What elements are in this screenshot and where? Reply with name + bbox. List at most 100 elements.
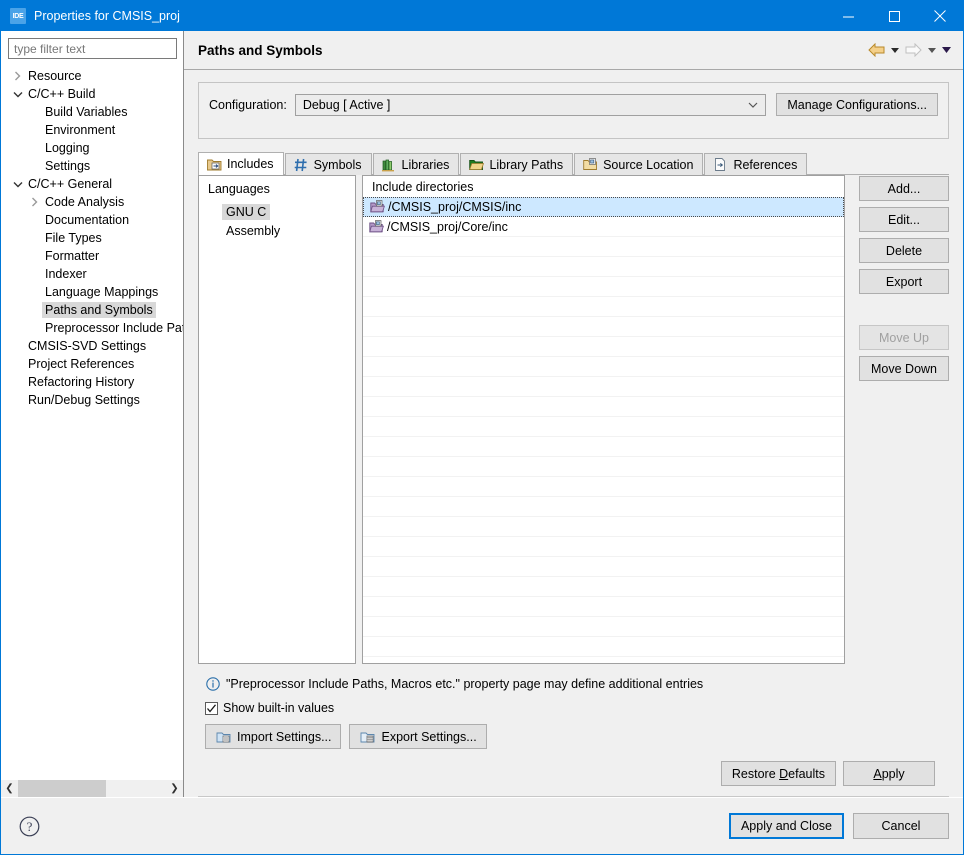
- manage-configurations-button[interactable]: Manage Configurations...: [776, 93, 938, 116]
- sidebar-item-formatter[interactable]: Formatter: [1, 247, 183, 265]
- sidebar-item-label: Formatter: [42, 248, 102, 264]
- configuration-combo[interactable]: Debug [ Active ]: [295, 94, 767, 116]
- page-menu-caret-down-icon[interactable]: [940, 40, 953, 60]
- language-item-gnu-c[interactable]: GNU C: [199, 202, 355, 221]
- include-directory-empty-row: [363, 237, 844, 257]
- filter-container: [1, 31, 183, 64]
- page-navigation: [866, 40, 953, 60]
- forward-history-caret-down-icon[interactable]: [925, 40, 938, 60]
- languages-header: Languages: [199, 182, 355, 202]
- preprocessor-note: "Preprocessor Include Paths, Macros etc.…: [198, 674, 949, 694]
- sidebar-item-cmsis-svd-settings[interactable]: CMSIS-SVD Settings: [1, 337, 183, 355]
- sidebar-item-logging[interactable]: Logging: [1, 139, 183, 157]
- language-item-assembly[interactable]: Assembly: [199, 221, 355, 240]
- sidebar-horizontal-scrollbar[interactable]: ❮ ❯: [1, 779, 183, 797]
- maximize-icon[interactable]: [871, 1, 917, 31]
- panels-row: Languages GNU CAssembly Include director…: [198, 175, 949, 664]
- move-up-button: Move Up: [859, 325, 949, 350]
- sidebar-item-c-c-build[interactable]: C/C++ Build: [1, 85, 183, 103]
- export-settings-button[interactable]: Export Settings...: [349, 724, 486, 749]
- export-button[interactable]: Export: [859, 269, 949, 294]
- include-directory-empty-row: [363, 437, 844, 457]
- help-icon[interactable]: ?: [18, 815, 40, 837]
- chevron-down-icon: [745, 100, 761, 110]
- filter-input[interactable]: [8, 38, 177, 59]
- include-directory-row[interactable]: /CMSIS_proj/Core/inc: [363, 217, 844, 237]
- sidebar-item-documentation[interactable]: Documentation: [1, 211, 183, 229]
- sidebar-item-label: File Types: [42, 230, 105, 246]
- minimize-icon[interactable]: [825, 1, 871, 31]
- sidebar-item-label: Indexer: [42, 266, 90, 282]
- page-header: Paths and Symbols: [184, 31, 963, 70]
- include-directory-empty-row: [363, 417, 844, 437]
- tab-libraries[interactable]: Libraries: [373, 153, 460, 175]
- cancel-button[interactable]: Cancel: [853, 813, 949, 839]
- chevron-right-icon[interactable]: [10, 71, 25, 81]
- sidebar-item-refactoring-history[interactable]: Refactoring History: [1, 373, 183, 391]
- sidebar-item-label: Logging: [42, 140, 93, 156]
- include-directory-empty-row: [363, 637, 844, 657]
- sidebar-item-build-variables[interactable]: Build Variables: [1, 103, 183, 121]
- ide-icon: IDE: [10, 8, 26, 24]
- scrollbar-track[interactable]: [18, 780, 166, 797]
- sidebar-item-indexer[interactable]: Indexer: [1, 265, 183, 283]
- chevron-down-icon[interactable]: [10, 91, 25, 98]
- sidebar-item-file-types[interactable]: File Types: [1, 229, 183, 247]
- scroll-right-icon[interactable]: ❯: [166, 780, 183, 797]
- back-history-caret-down-icon[interactable]: [888, 40, 901, 60]
- tab-source-location[interactable]: Source Location: [574, 153, 703, 175]
- tab-symbols[interactable]: Symbols: [285, 153, 372, 175]
- tab-includes[interactable]: Includes: [198, 152, 284, 175]
- include-directories-list[interactable]: /CMSIS_proj/CMSIS/inc/CMSIS_proj/Core/in…: [363, 197, 844, 663]
- sidebar-item-preprocessor-include-pat[interactable]: Preprocessor Include Pat: [1, 319, 183, 337]
- tab-references[interactable]: References: [704, 153, 807, 175]
- delete-button[interactable]: Delete: [859, 238, 949, 263]
- tab-label: Includes: [227, 157, 274, 171]
- include-directory-empty-row: [363, 457, 844, 477]
- sidebar-item-project-references[interactable]: Project References: [1, 355, 183, 373]
- show-builtin-values-row[interactable]: Show built-in values: [198, 701, 949, 715]
- import-settings-button[interactable]: Import Settings...: [205, 724, 341, 749]
- scroll-left-icon[interactable]: ❮: [1, 780, 18, 797]
- sidebar-item-settings[interactable]: Settings: [1, 157, 183, 175]
- include-directory-empty-row: [363, 517, 844, 537]
- settings-tree: ResourceC/C++ BuildBuild VariablesEnviro…: [1, 64, 183, 779]
- properties-dialog: IDE Properties for CMSIS_proj ResourceC/…: [0, 0, 964, 855]
- languages-panel: Languages GNU CAssembly: [198, 175, 356, 664]
- back-arrow-icon[interactable]: [866, 40, 886, 60]
- apply-button[interactable]: Apply: [843, 761, 935, 786]
- include-directory-empty-row: [363, 577, 844, 597]
- sidebar-item-environment[interactable]: Environment: [1, 121, 183, 139]
- sidebar-item-paths-and-symbols[interactable]: Paths and Symbols: [1, 301, 183, 319]
- include-directory-empty-row: [363, 597, 844, 617]
- apply-and-close-button[interactable]: Apply and Close: [729, 813, 844, 839]
- languages-list[interactable]: GNU CAssembly: [199, 202, 355, 240]
- sidebar-item-run-debug-settings[interactable]: Run/Debug Settings: [1, 391, 183, 409]
- sidebar-item-label: Refactoring History: [25, 374, 137, 390]
- tab-library-paths[interactable]: Library Paths: [460, 153, 573, 175]
- close-icon[interactable]: [917, 1, 963, 31]
- add-button[interactable]: Add...: [859, 176, 949, 201]
- restore-defaults-label: Restore Defaults: [732, 767, 825, 781]
- sidebar-item-label: Resource: [25, 68, 85, 84]
- move-down-button[interactable]: Move Down: [859, 356, 949, 381]
- tab-label: Libraries: [402, 158, 450, 172]
- include-directory-empty-row: [363, 317, 844, 337]
- include-directory-empty-row: [363, 617, 844, 637]
- restore-defaults-button[interactable]: Restore Defaults: [721, 761, 836, 786]
- sidebar-item-c-c-general[interactable]: C/C++ General: [1, 175, 183, 193]
- edit-button[interactable]: Edit...: [859, 207, 949, 232]
- preprocessor-note-text: "Preprocessor Include Paths, Macros etc.…: [226, 677, 703, 691]
- tab-bar: Includes Symbols Libraries Library PathsSou…: [198, 152, 949, 175]
- sidebar-item-resource[interactable]: Resource: [1, 67, 183, 85]
- show-builtin-values-checkbox[interactable]: [205, 702, 218, 715]
- chevron-down-icon[interactable]: [10, 181, 25, 188]
- apply-label: Apply: [873, 767, 904, 781]
- sidebar-item-language-mappings[interactable]: Language Mappings: [1, 283, 183, 301]
- chevron-right-icon[interactable]: [27, 197, 42, 207]
- scrollbar-thumb[interactable]: [18, 780, 106, 797]
- forward-arrow-icon: [903, 40, 923, 60]
- includes-folder-icon: [206, 156, 222, 172]
- include-directory-row[interactable]: /CMSIS_proj/CMSIS/inc: [363, 197, 844, 217]
- sidebar-item-code-analysis[interactable]: Code Analysis: [1, 193, 183, 211]
